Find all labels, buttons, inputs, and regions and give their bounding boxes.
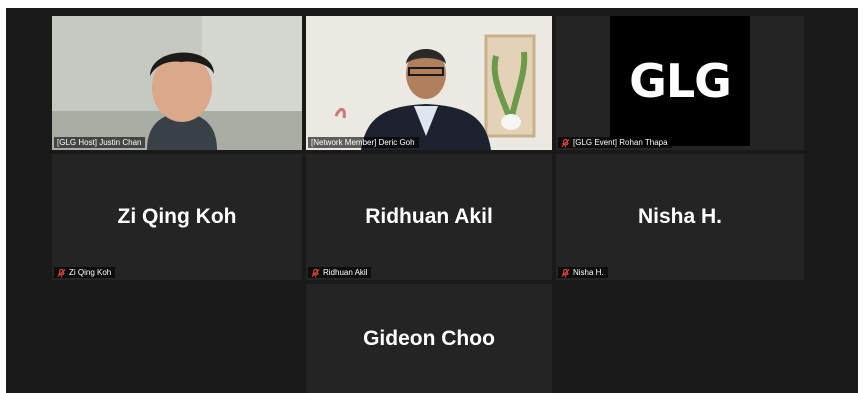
participant-display-name: Nisha H. — [637, 205, 723, 228]
meeting-gallery-view: [GLG Host] Justin Chan [Network Member] … — [6, 8, 858, 393]
participant-tile-ridhuan-akil[interactable]: Ridhuan Akil Ridhuan Akil — [306, 154, 552, 280]
participant-tile-deric-goh[interactable]: [Network Member] Deric Goh — [306, 16, 552, 150]
participant-display-name: Ridhuan Akil — [365, 205, 493, 228]
participant-display-name: Zi Qing Koh — [117, 205, 237, 228]
glg-logo: GLG — [610, 16, 750, 146]
participant-nameplate: Zi Qing Koh — [54, 267, 116, 278]
participant-nameplate: Ridhuan Akil — [308, 267, 372, 278]
participant-tile-nisha-h[interactable]: Nisha H. Nisha H. — [556, 154, 804, 280]
participant-tile-justin-chan[interactable]: [GLG Host] Justin Chan — [52, 16, 302, 150]
muted-mic-icon — [561, 268, 570, 277]
participant-tile-rohan-thapa[interactable]: GLG [GLG Event] Rohan Thapa — [556, 16, 804, 150]
participant-nameplate: Nisha H. — [558, 267, 608, 278]
participant-video — [52, 16, 302, 150]
participant-nameplate: [GLG Event] Rohan Thapa — [558, 137, 672, 148]
muted-mic-icon — [57, 268, 66, 277]
participant-name-label: [Network Member] Deric Goh — [311, 138, 415, 147]
participant-name-label: Zi Qing Koh — [69, 268, 112, 277]
participant-display-name: Gideon Choo — [363, 326, 495, 350]
participant-name-label: [GLG Host] Justin Chan — [57, 138, 142, 147]
participant-nameplate: [GLG Host] Justin Chan — [54, 137, 146, 148]
muted-mic-icon — [561, 138, 570, 147]
participant-nameplate: [Network Member] Deric Goh — [308, 137, 419, 148]
participant-name-label: Nisha H. — [573, 268, 604, 277]
participant-tile-gideon-choo[interactable]: Gideon Choo — [306, 284, 552, 393]
participant-video — [306, 16, 552, 150]
participant-tile-zi-qing-koh[interactable]: Zi Qing Koh Zi Qing Koh — [52, 154, 302, 280]
glg-logo-text: GLG — [629, 54, 732, 108]
muted-mic-icon — [311, 268, 320, 277]
participant-name-label: [GLG Event] Rohan Thapa — [573, 138, 668, 147]
participant-name-label: Ridhuan Akil — [323, 268, 368, 277]
